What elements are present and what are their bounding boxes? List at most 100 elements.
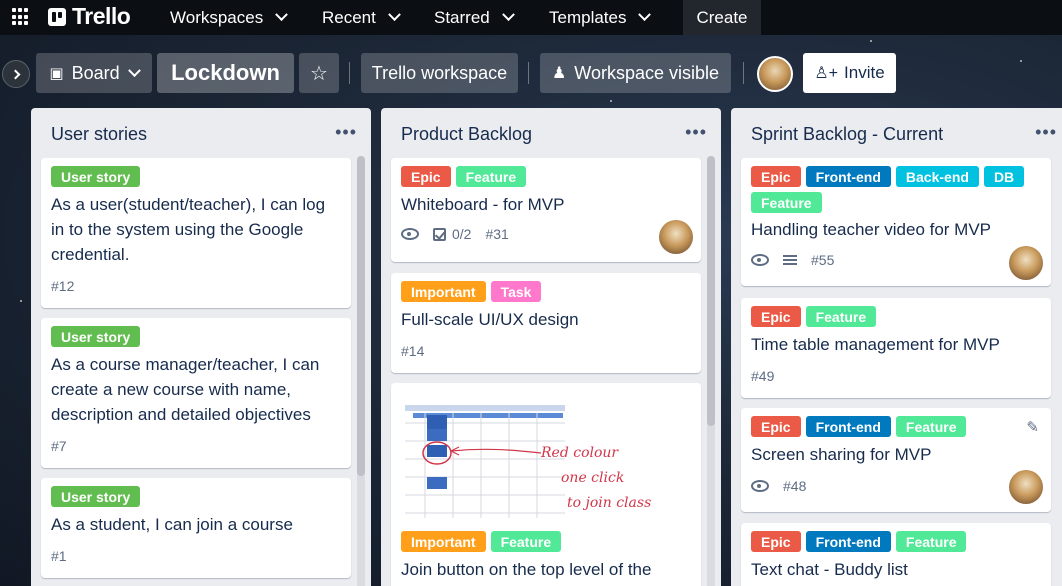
card-number: #49 [751, 368, 775, 384]
pencil-icon[interactable]: ✎ [1026, 418, 1039, 436]
label-epic[interactable]: Epic [751, 416, 801, 437]
label-feature[interactable]: Feature [751, 192, 822, 213]
card[interactable]: User story As a course manager/teacher, … [41, 318, 351, 468]
card-title: Screen sharing for MVP [751, 445, 932, 464]
invite-label: Invite [844, 63, 885, 82]
trello-logo[interactable]: Trello [48, 3, 131, 30]
board-view-label: Board [71, 62, 120, 83]
apps-icon[interactable] [12, 8, 30, 26]
person-plus-icon: ♙+ [814, 65, 839, 82]
workspaces-label: Workspaces [170, 7, 264, 27]
chevron-down-icon [388, 8, 401, 22]
card-title: Text chat - Buddy list [751, 560, 908, 579]
board-icon: ▣ [49, 65, 64, 82]
card-badges: #12 [51, 278, 74, 294]
card-badges: #1 [51, 548, 67, 564]
chevron-down-icon [127, 63, 141, 77]
visibility-button[interactable]: ♟ Workspace visible [540, 53, 731, 93]
card[interactable]: Important Task Full-scale UI/UX design #… [391, 273, 701, 373]
label-epic[interactable]: Epic [751, 166, 801, 187]
create-button[interactable]: Create [683, 0, 761, 35]
card-badges: #7 [51, 438, 67, 454]
label-feature[interactable]: Feature [805, 306, 877, 327]
label-db[interactable]: DB [983, 166, 1025, 187]
starred-menu[interactable]: Starred [434, 0, 515, 35]
card-labels: User story [51, 326, 341, 347]
label-front-end[interactable]: Front-end [805, 531, 891, 552]
card-badges: #49 [751, 368, 774, 384]
checklist-badge: 0/2 [433, 226, 471, 242]
visibility-label: Workspace visible [574, 62, 720, 83]
sketch-note-line3: to join class [567, 495, 651, 511]
trello-logo-icon [48, 7, 66, 26]
card-labels: Epic Front-end Feature [751, 531, 1041, 552]
workspaces-menu[interactable]: Workspaces [170, 0, 289, 35]
ellipsis-icon[interactable]: ••• [335, 122, 357, 143]
card-number: #1 [51, 548, 67, 564]
logo-text: Trello [72, 3, 131, 29]
card-badges: 0/2 #31 [401, 226, 509, 242]
avatar[interactable] [1009, 246, 1043, 280]
ellipsis-icon[interactable]: ••• [685, 122, 707, 143]
board-view-switcher[interactable]: ▣ Board [36, 53, 152, 93]
label-epic[interactable]: Epic [401, 166, 451, 187]
label-task[interactable]: Task [490, 281, 542, 302]
list-scrollbar[interactable] [357, 156, 365, 586]
workspace-button[interactable]: Trello workspace [361, 53, 518, 93]
chevron-down-icon [275, 8, 289, 22]
checklist-count: 0/2 [452, 226, 472, 242]
card[interactable]: Epic Feature Time table management for M… [741, 298, 1051, 398]
people-icon: ♟ [551, 65, 567, 82]
list-product-backlog: Product Backlog ••• Epic Feature Whitebo… [381, 108, 721, 586]
card[interactable]: Epic Front-end Feature Text chat - Buddy… [741, 523, 1051, 586]
label-feature[interactable]: Feature [490, 531, 562, 552]
board-title[interactable]: Lockdown [157, 53, 294, 93]
label-user-story[interactable]: User story [51, 486, 141, 507]
calendar-sketch: Red colour one click to join class [405, 405, 651, 518]
sidebar-toggle-button[interactable] [2, 60, 30, 88]
card-title: Time table management for MVP [751, 335, 1000, 354]
label-front-end[interactable]: Front-end [805, 416, 891, 437]
label-user-story[interactable]: User story [51, 326, 141, 347]
label-feature[interactable]: Feature [895, 531, 967, 552]
label-back-end[interactable]: Back-end [895, 166, 979, 187]
description-icon [783, 255, 797, 265]
header-divider [349, 62, 350, 84]
list-user-stories: User stories ••• User story As a user(st… [31, 108, 371, 586]
card[interactable]: Red colour one click to join class Impor… [391, 383, 701, 586]
label-important[interactable]: Important [401, 531, 486, 552]
checklist-icon [433, 227, 446, 241]
card-title: As a user(student/teacher), I can log in… [51, 195, 326, 264]
list-title[interactable]: User stories [51, 124, 147, 145]
card-number: #48 [783, 478, 807, 494]
avatar[interactable] [1009, 470, 1043, 504]
card[interactable]: User story As a student, I can join a co… [41, 478, 351, 578]
label-front-end[interactable]: Front-end [805, 166, 891, 187]
invite-button[interactable]: ♙+ Invite [803, 53, 896, 93]
label-epic[interactable]: Epic [751, 306, 801, 327]
templates-menu[interactable]: Templates [549, 0, 652, 35]
list-scrollbar[interactable] [707, 156, 715, 586]
chevron-down-icon [501, 8, 515, 22]
card[interactable]: Epic Front-end Feature ✎ Screen sharing … [741, 408, 1051, 512]
list-title[interactable]: Product Backlog [401, 124, 532, 145]
card[interactable]: User story As a user(student/teacher), I… [41, 158, 351, 308]
ellipsis-icon[interactable]: ••• [1035, 122, 1057, 143]
label-epic[interactable]: Epic [751, 531, 801, 552]
top-nav: Trello Workspaces Recent Starred Templat… [0, 0, 1062, 35]
card-title: Whiteboard - for MVP [401, 195, 565, 214]
star-button[interactable]: ☆ [299, 53, 339, 93]
label-important[interactable]: Important [401, 281, 486, 302]
eye-icon [751, 254, 769, 266]
recent-menu[interactable]: Recent [322, 0, 401, 35]
eye-icon [751, 480, 769, 492]
label-user-story[interactable]: User story [51, 166, 141, 187]
card[interactable]: Epic Feature Whiteboard - for MVP 0/2 #3… [391, 158, 701, 262]
label-feature[interactable]: Feature [455, 166, 527, 187]
list-title[interactable]: Sprint Backlog - Current [751, 124, 943, 145]
member-avatar[interactable] [757, 56, 793, 92]
label-feature[interactable]: Feature [895, 416, 967, 437]
avatar[interactable] [659, 220, 693, 254]
sketch-note-line2: one click [561, 470, 624, 486]
card[interactable]: Epic Front-end Back-end DB Feature Handl… [741, 158, 1051, 286]
